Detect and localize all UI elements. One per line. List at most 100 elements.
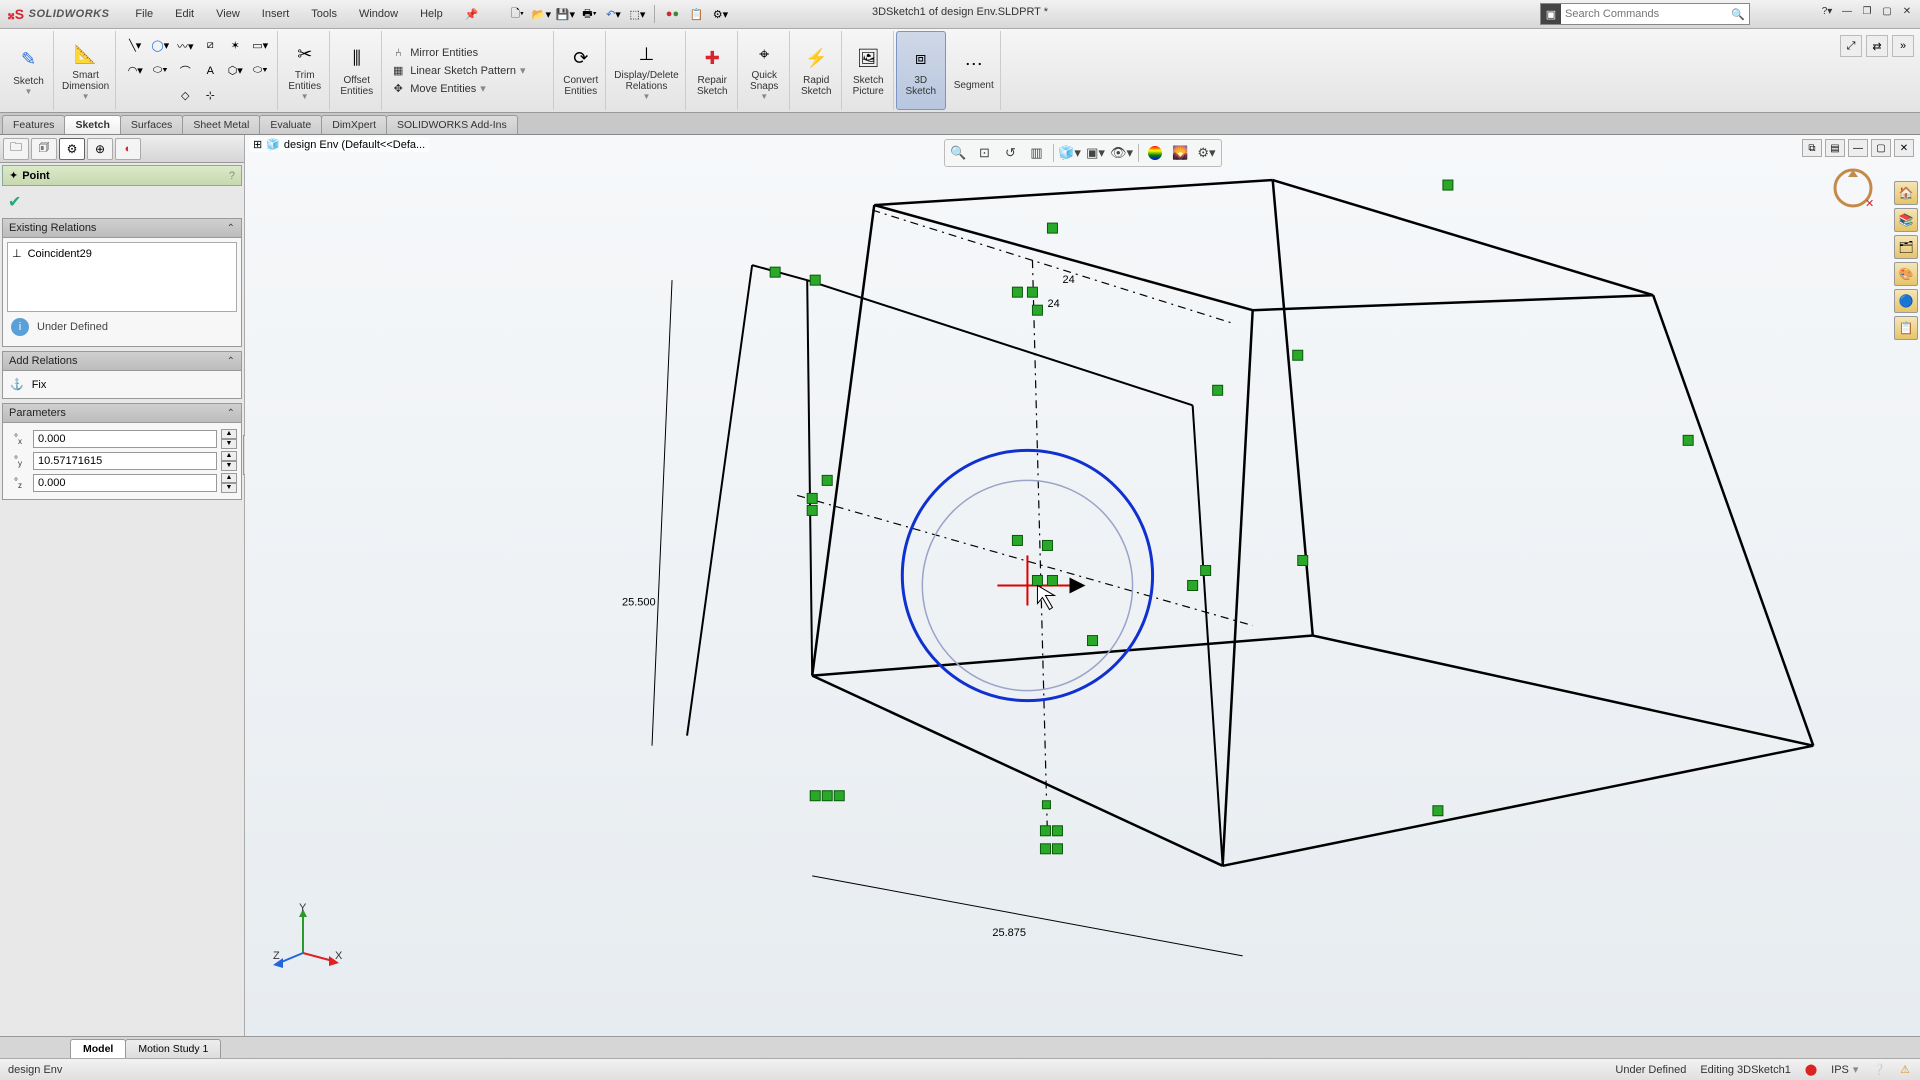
menu-file[interactable]: File bbox=[125, 5, 163, 24]
point-tool[interactable]: ✶ bbox=[224, 35, 246, 57]
menu-help[interactable]: Help bbox=[410, 5, 453, 24]
dim-tab-icon[interactable]: ⊕ bbox=[87, 138, 113, 160]
menu-insert[interactable]: Insert bbox=[252, 5, 300, 24]
collapse-icon: ⌃ bbox=[227, 223, 235, 234]
convert-entities-tool[interactable]: ⟳ Convert Entities bbox=[556, 31, 606, 110]
fix-relation[interactable]: ⚓ Fix bbox=[7, 375, 237, 394]
options-button[interactable]: 📋 bbox=[685, 3, 707, 25]
status-warn-icon[interactable]: ⚠ bbox=[1900, 1063, 1910, 1076]
relations-list[interactable]: ⊥ Coincident29 bbox=[7, 242, 237, 312]
mirror-label: Mirror Entities bbox=[410, 47, 478, 59]
menu-pin-icon[interactable]: 📌 bbox=[455, 5, 489, 24]
dim-width[interactable]: 25.875 bbox=[992, 927, 1026, 939]
tab-sheet-metal[interactable]: Sheet Metal bbox=[182, 115, 260, 134]
arc-tool[interactable]: ◠▾ bbox=[124, 60, 146, 82]
plane-tool[interactable]: ◇ bbox=[174, 85, 196, 107]
tab-addins[interactable]: SOLIDWORKS Add-Ins bbox=[386, 115, 518, 134]
ribbon: ✎ Sketch ▼ 📐 Smart Dimension ▼ ╲▾ ◯▾ 〰▾ … bbox=[0, 29, 1920, 113]
help-button[interactable]: ?▾ bbox=[1818, 3, 1836, 19]
menu-window[interactable]: Window bbox=[349, 5, 408, 24]
restore-button[interactable]: ❐ bbox=[1858, 3, 1876, 19]
sketch-picture-tool[interactable]: 🖼 Sketch Picture bbox=[844, 31, 894, 110]
sketch-canvas[interactable]: 25.500 25.875 24 24 bbox=[245, 135, 1920, 1036]
slot-tool[interactable]: ⬭▾ bbox=[249, 60, 271, 82]
tab-evaluate[interactable]: Evaluate bbox=[259, 115, 322, 134]
menu-tools[interactable]: Tools bbox=[301, 5, 347, 24]
menu-edit[interactable]: Edit bbox=[165, 5, 204, 24]
segment-tool[interactable]: ⋯ Segment bbox=[948, 31, 1001, 110]
param-z-spinner[interactable]: ▲▼ bbox=[221, 473, 237, 493]
polygon-tool[interactable]: ⬡▾ bbox=[224, 60, 246, 82]
linear-pattern[interactable]: ▦Linear Sketch Pattern ▾ bbox=[390, 62, 525, 80]
sketch-tool[interactable]: ✎ Sketch ▼ bbox=[4, 31, 54, 110]
fillet-tool[interactable]: ⌒ bbox=[174, 60, 196, 82]
3d-sketch-tool[interactable]: ⧈ 3D Sketch bbox=[896, 31, 946, 110]
param-x-input[interactable] bbox=[33, 430, 217, 448]
maximize-button[interactable]: ▢ bbox=[1878, 3, 1896, 19]
display-tab-icon[interactable]: ◐ bbox=[115, 138, 141, 160]
display-delete-relations-tool[interactable]: ⊥ Display/Delete Relations ▼ bbox=[608, 31, 685, 110]
chamfer-tool[interactable]: ⧄ bbox=[199, 35, 221, 57]
config-tab-icon[interactable]: ⚙ bbox=[59, 138, 85, 160]
param-x-spinner[interactable]: ▲▼ bbox=[221, 429, 237, 449]
tab-sketch[interactable]: Sketch bbox=[64, 115, 120, 134]
orientation-triad[interactable]: Y X Z bbox=[273, 903, 343, 976]
save-button[interactable]: 💾▾ bbox=[554, 3, 576, 25]
select-button[interactable]: ⬚▾ bbox=[626, 3, 648, 25]
trim-entities-tool[interactable]: ✂ Trim Entities ▼ bbox=[280, 31, 330, 110]
tab-motion-study[interactable]: Motion Study 1 bbox=[125, 1039, 221, 1058]
ribbon-more-icon[interactable]: » bbox=[1892, 35, 1914, 57]
text-tool[interactable]: A bbox=[199, 60, 221, 82]
dim-height[interactable]: 25.500 bbox=[622, 597, 656, 609]
line-tool[interactable]: ╲▾ bbox=[124, 35, 146, 57]
open-doc-button[interactable]: 📂▾ bbox=[530, 3, 552, 25]
fm-tree-icon[interactable]: 🗀 bbox=[3, 138, 29, 160]
quick-snaps-tool[interactable]: ⌖ Quick Snaps ▼ bbox=[740, 31, 790, 110]
offset-entities-tool[interactable]: ⫼ Offset Entities bbox=[332, 31, 382, 110]
status-help-icon[interactable]: ❔ bbox=[1872, 1063, 1886, 1076]
tab-model[interactable]: Model bbox=[70, 1039, 126, 1058]
ribbon-expand-icon[interactable]: ⤢ bbox=[1840, 35, 1862, 57]
accept-button[interactable]: ✔ bbox=[0, 188, 244, 216]
mirror-entities[interactable]: ⑃Mirror Entities bbox=[390, 44, 478, 62]
tab-surfaces[interactable]: Surfaces bbox=[120, 115, 183, 134]
existing-relations-header[interactable]: Existing Relations ⌃ bbox=[2, 218, 242, 238]
status-units[interactable]: IPS ▾ bbox=[1831, 1063, 1858, 1076]
search-input[interactable] bbox=[1561, 8, 1727, 20]
ellipse-tool[interactable]: ⬭▾ bbox=[149, 60, 171, 82]
spline-tool[interactable]: 〰▾ bbox=[174, 35, 196, 57]
add-relations-header[interactable]: Add Relations ⌃ bbox=[2, 351, 242, 371]
undo-button[interactable]: ↶▾ bbox=[602, 3, 624, 25]
rebuild-button[interactable]: ●● bbox=[661, 3, 683, 25]
close-button[interactable]: ✕ bbox=[1898, 3, 1916, 19]
new-doc-button[interactable]: 🗋▾ bbox=[506, 3, 528, 25]
status-rebuild-icon[interactable]: ⬤ bbox=[1805, 1063, 1817, 1076]
rapid-sketch-tool[interactable]: ⚡ Rapid Sketch bbox=[792, 31, 842, 110]
settings-button[interactable]: ⚙▾ bbox=[709, 3, 731, 25]
param-y-spinner[interactable]: ▲▼ bbox=[221, 451, 237, 471]
tab-dimxpert[interactable]: DimXpert bbox=[321, 115, 387, 134]
param-y-input[interactable] bbox=[33, 452, 217, 470]
centerline-tool[interactable]: ⊹ bbox=[199, 85, 221, 107]
smart-dimension-tool[interactable]: 📐 Smart Dimension ▼ bbox=[56, 31, 116, 110]
search-commands[interactable]: ▣ 🔍 bbox=[1540, 3, 1750, 25]
graphics-viewport[interactable]: ⊞ 🧊 design Env (Default<<Defa... 🔍 ⊡ ↺ ▥… bbox=[245, 135, 1920, 1036]
search-icon[interactable]: 🔍 bbox=[1727, 8, 1749, 21]
dim-small-2[interactable]: 24 bbox=[1047, 298, 1059, 310]
minimize-button[interactable]: — bbox=[1838, 3, 1856, 19]
circle-tool[interactable]: ◯▾ bbox=[149, 35, 171, 57]
move-entities[interactable]: ✥Move Entities ▾ bbox=[390, 80, 486, 98]
parameters-header[interactable]: Parameters ⌃ bbox=[2, 403, 242, 423]
ribbon-transfer-icon[interactable]: ⇄ bbox=[1866, 35, 1888, 57]
panel-help-icon[interactable]: ? bbox=[229, 170, 235, 182]
relation-item[interactable]: ⊥ Coincident29 bbox=[10, 245, 234, 262]
menu-view[interactable]: View bbox=[206, 5, 250, 24]
dim-small-1[interactable]: 24 bbox=[1062, 274, 1074, 286]
rect-tool[interactable]: ▭▾ bbox=[249, 35, 271, 57]
tab-features[interactable]: Features bbox=[2, 115, 65, 134]
repair-sketch-tool[interactable]: ✚ Repair Sketch bbox=[688, 31, 738, 110]
print-button[interactable]: 🖶▾ bbox=[578, 3, 600, 25]
sketch-icon: ✎ bbox=[15, 46, 43, 74]
param-z-input[interactable] bbox=[33, 474, 217, 492]
property-tab-icon[interactable]: 🗊 bbox=[31, 138, 57, 160]
